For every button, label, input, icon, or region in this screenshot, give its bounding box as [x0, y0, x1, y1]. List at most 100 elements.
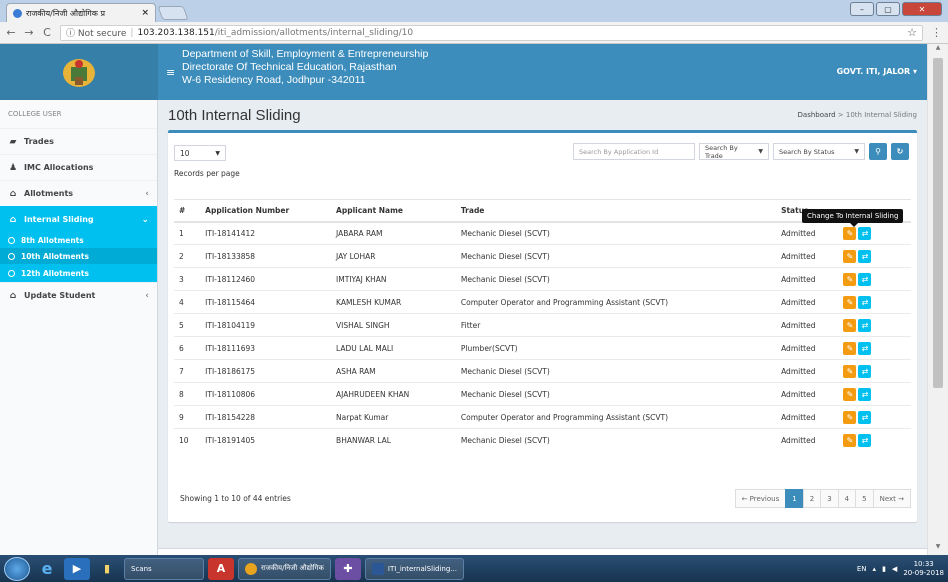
system-tray: EN ▴ ▮ ◀ 10:33 20-09-2018: [857, 560, 944, 578]
edit-button[interactable]: ✎: [843, 433, 857, 447]
cell-trade: Mechanic Diesel (SCVT): [455, 221, 777, 245]
edit-button[interactable]: ✎: [843, 249, 857, 263]
book-icon: ▰: [9, 136, 17, 147]
sidebar-subitem-12th-allotments[interactable]: 12th Allotments: [0, 264, 157, 282]
taskbar-chrome[interactable]: राजकीय/निजी औद्योगिक: [238, 557, 331, 580]
sidebar-toggle-icon[interactable]: ≡: [166, 66, 175, 79]
internal-sliding-button[interactable]: ⇄: [858, 295, 872, 309]
pagination-page-5[interactable]: 5: [855, 489, 874, 508]
scroll-up-arrow-icon[interactable]: ▲: [928, 44, 948, 56]
pagination-page-3[interactable]: 3: [820, 489, 839, 508]
back-icon[interactable]: ←: [6, 26, 16, 39]
edit-button[interactable]: ✎: [843, 272, 857, 286]
edit-button[interactable]: ✎: [843, 410, 857, 424]
media-player-icon[interactable]: ▶: [64, 557, 90, 580]
page-scrollbar[interactable]: ▲ ▼: [927, 44, 948, 555]
network-icon[interactable]: ▮: [882, 565, 886, 573]
bank-icon: ⌂: [9, 188, 17, 199]
app-icon[interactable]: ✚: [334, 557, 361, 580]
word-icon: [371, 562, 384, 575]
browser-tab[interactable]: राजकीय/निजी औद्योगिक प्र ×: [6, 3, 156, 22]
edit-button[interactable]: ✎: [843, 341, 857, 355]
internal-sliding-button[interactable]: ⇄: [858, 272, 872, 286]
folder-icon[interactable]: ▮: [94, 558, 120, 580]
new-tab-button[interactable]: [157, 6, 189, 20]
cell-applicant-name: JAY LOHAR: [331, 244, 456, 268]
taskbar-word[interactable]: ITI_internalSliding...: [364, 557, 464, 580]
internal-sliding-button[interactable]: ⇄: [858, 249, 872, 263]
minimize-button[interactable]: –: [850, 2, 874, 16]
language-indicator[interactable]: EN: [857, 565, 867, 573]
pagination-previous[interactable]: ← Previous: [734, 489, 787, 508]
bookmark-star-icon[interactable]: ☆: [907, 26, 917, 39]
url-input[interactable]: ⓘ Not secure | 103.203.138.151/iti_admis…: [60, 24, 923, 41]
cell-actions: ✎ ⇄: [838, 336, 911, 360]
sidebar-item-update-student[interactable]: ⌂ Update Student ‹: [0, 282, 157, 308]
maximize-button[interactable]: ▢: [876, 2, 900, 16]
pagination-next[interactable]: Next →: [872, 489, 911, 508]
cell-actions: ✎ ⇄: [838, 267, 911, 291]
clock-date: 20-09-2018: [903, 568, 944, 577]
pagination-page-1[interactable]: 1: [785, 489, 804, 508]
reload-icon[interactable]: C: [42, 26, 52, 39]
search-button[interactable]: ⚲: [869, 143, 887, 160]
tab-close-icon[interactable]: ×: [141, 8, 149, 18]
volume-icon[interactable]: ◀: [892, 565, 897, 573]
sidebar-item-imc-allocations[interactable]: ♟ IMC Allocations: [0, 154, 157, 180]
start-button[interactable]: [4, 556, 30, 581]
tray-arrow-icon[interactable]: ▴: [873, 565, 877, 573]
sidebar-item-trades[interactable]: ▰ Trades: [0, 128, 157, 154]
internet-explorer-icon[interactable]: e: [34, 558, 60, 580]
sidebar-subitem-8th-allotments[interactable]: 8th Allotments: [0, 232, 157, 248]
pagination-page-4[interactable]: 4: [837, 489, 857, 508]
edit-button[interactable]: ✎: [843, 226, 857, 240]
cell-status: Admitted: [776, 221, 839, 245]
page-footer: [158, 548, 927, 555]
clock[interactable]: 10:33 20-09-2018: [903, 560, 944, 578]
scroll-down-arrow-icon[interactable]: ▼: [928, 543, 948, 555]
edit-button[interactable]: ✎: [843, 364, 857, 378]
internal-sliding-button[interactable]: ⇄: [858, 341, 872, 355]
status-filter-select[interactable]: Search By Status ▼: [773, 143, 865, 160]
taskbar-scans[interactable]: Scans: [124, 557, 204, 580]
internal-sliding-button[interactable]: ⇄: [858, 318, 872, 332]
edit-button[interactable]: ✎: [843, 318, 857, 332]
internal-sliding-button[interactable]: ⇄: [858, 410, 872, 424]
edit-button[interactable]: ✎: [843, 387, 857, 401]
edit-button[interactable]: ✎: [843, 295, 857, 309]
action-buttons: ✎ ⇄: [843, 318, 906, 332]
application-id-search-input[interactable]: Search By Application Id: [573, 143, 695, 160]
internal-sliding-button[interactable]: ⇄: [858, 433, 872, 447]
records-per-page-select[interactable]: 10 ▼: [174, 145, 226, 161]
records-per-page-value: 10: [180, 148, 190, 158]
window-controls: – ▢ ✕: [850, 2, 942, 16]
user-menu[interactable]: GOVT. ITI, JALOR ▾: [837, 67, 917, 76]
cell-application-number: ITI-18112460: [200, 267, 332, 291]
scroll-thumb[interactable]: [933, 58, 943, 388]
internal-sliding-button[interactable]: ⇄: [858, 226, 872, 240]
browser-menu-icon[interactable]: ⋮: [931, 26, 942, 39]
logo-area[interactable]: [0, 44, 158, 100]
internal-sliding-button[interactable]: ⇄: [858, 364, 872, 378]
acrobat-icon[interactable]: A: [208, 557, 234, 580]
swap-icon: ⇄: [861, 251, 869, 261]
cell-application-number: ITI-18104119: [200, 313, 332, 337]
pagination-page-2[interactable]: 2: [802, 489, 822, 508]
action-buttons: ✎ ⇄: [843, 295, 906, 309]
cell-status: Admitted: [776, 382, 839, 406]
refresh-icon: ↻: [896, 147, 904, 156]
sidebar-item-allotments[interactable]: ⌂ Allotments ‹: [0, 180, 157, 206]
window-close-button[interactable]: ✕: [902, 2, 942, 16]
swap-icon: ⇄: [861, 389, 869, 399]
cell-trade: Mechanic Diesel (SCVT): [455, 428, 777, 452]
refresh-button[interactable]: ↻: [891, 143, 909, 160]
trade-filter-select[interactable]: Search By Trade ▼: [699, 143, 769, 160]
breadcrumb-dashboard-link[interactable]: Dashboard: [798, 111, 836, 119]
sidebar-subitem-10th-allotments[interactable]: 10th Allotments: [0, 248, 157, 264]
bank-icon: ⌂: [9, 290, 17, 301]
forward-icon[interactable]: →: [24, 26, 34, 39]
internal-sliding-button[interactable]: ⇄: [858, 387, 872, 401]
sidebar-subitem-label: 12th Allotments: [21, 268, 89, 278]
security-indicator[interactable]: ⓘ Not secure: [66, 26, 126, 39]
sidebar-item-internal-sliding[interactable]: ⌂ Internal Sliding ⌄: [0, 206, 157, 232]
